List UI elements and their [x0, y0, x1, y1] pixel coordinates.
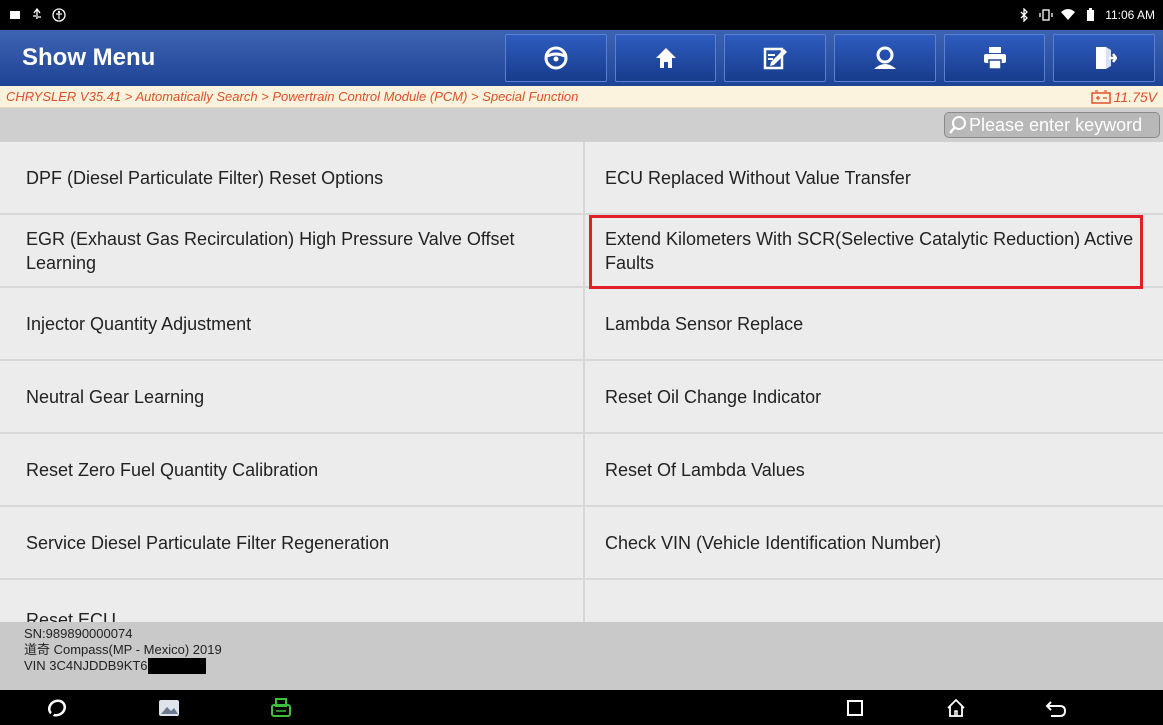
battery-icon — [1083, 8, 1097, 22]
serial-number: SN:989890000074 — [24, 626, 133, 641]
image-notification-icon — [8, 8, 22, 22]
print-button[interactable] — [943, 34, 1046, 82]
edit-note-icon — [764, 47, 788, 70]
browser-icon — [47, 699, 67, 717]
car-battery-icon — [1090, 89, 1111, 104]
back-button[interactable] — [1044, 696, 1068, 720]
menu-item-service-dpf-regeneration[interactable]: Service Diesel Particulate Filter Regene… — [0, 507, 585, 580]
menu-item-label: DPF (Diesel Particulate Filter) Reset Op… — [26, 167, 384, 188]
steering-wheel-icon — [544, 46, 568, 70]
back-icon — [1045, 701, 1067, 717]
vin-number: VIN 3C4NJDDB9KT6 — [24, 658, 148, 673]
vin-line: VIN 3C4NJDDB9KT6 — [24, 658, 1163, 674]
page-title: Show Menu — [22, 44, 156, 71]
menu-item-reset-of-lambda-values[interactable]: Reset Of Lambda Values — [585, 434, 1163, 507]
voltage-value: 11.75V — [1113, 88, 1157, 105]
support-user-button[interactable] — [834, 34, 936, 82]
menu-item-label: Reset Zero Fuel Quantity Calibration — [26, 459, 319, 480]
search-icon — [949, 116, 966, 134]
search-bar — [0, 108, 1163, 142]
home-nav-button[interactable] — [944, 696, 968, 720]
vehicle-info-footer: SN:989890000074 道奇 Compass(MP - Mexico) … — [0, 622, 1163, 690]
function-menu-grid: DPF (Diesel Particulate Filter) Reset Op… — [0, 142, 1163, 622]
menu-item-lambda-sensor-replace[interactable]: Lambda Sensor Replace — [585, 288, 1163, 361]
browser-shortcut-button[interactable] — [45, 696, 69, 720]
status-time: 11:06 AM — [1105, 8, 1155, 22]
bluetooth-icon — [1017, 8, 1031, 22]
recent-apps-icon — [847, 700, 863, 716]
wifi-icon — [1061, 8, 1076, 22]
menu-item-reset-oil-change-indicator[interactable]: Reset Oil Change Indicator — [585, 361, 1163, 434]
print-icon — [983, 47, 1006, 70]
menu-item-ecu-replaced-without-value-transfer[interactable]: ECU Replaced Without Value Transfer — [585, 142, 1163, 215]
exit-button[interactable] — [1053, 34, 1155, 82]
battery-voltage: 11.75V — [1090, 88, 1157, 105]
vci-icon — [271, 698, 291, 717]
menu-item-label: Check VIN (Vehicle Identification Number… — [605, 532, 942, 553]
status-bar: 11:06 AM — [0, 0, 1163, 30]
menu-item-empty — [585, 580, 1163, 622]
menu-item-check-vin[interactable]: Check VIN (Vehicle Identification Number… — [585, 507, 1163, 580]
breadcrumb: CHRYSLER V35.41 > Automatically Search >… — [0, 86, 1163, 108]
search-input[interactable] — [969, 114, 1159, 136]
navigation-bar — [0, 690, 1163, 725]
menu-item-label: Reset Oil Change Indicator — [605, 386, 822, 407]
gallery-shortcut-button[interactable] — [157, 696, 181, 720]
menu-item-dpf-reset-options[interactable]: DPF (Diesel Particulate Filter) Reset Op… — [0, 142, 585, 215]
home-button[interactable] — [614, 34, 717, 82]
vehicle-model: 道奇 Compass(MP - Mexico) 2019 — [24, 642, 222, 657]
edit-note-button[interactable] — [724, 34, 827, 82]
support-user-icon — [873, 46, 896, 69]
usb-icon — [30, 8, 44, 22]
menu-item-neutral-gear-learning[interactable]: Neutral Gear Learning — [0, 361, 585, 434]
menu-item-label: Injector Quantity Adjustment — [26, 313, 252, 334]
steering-wheel-button[interactable] — [505, 34, 607, 82]
menu-item-extend-kilometers-scr[interactable]: Extend Kilometers With SCR(Selective Cat… — [585, 215, 1163, 288]
exit-icon — [1096, 47, 1118, 69]
menu-item-reset-zero-fuel-quantity-calibration[interactable]: Reset Zero Fuel Quantity Calibration — [0, 434, 585, 507]
menu-item-label: Reset ECU — [26, 610, 117, 622]
menu-item-label: Neutral Gear Learning — [26, 386, 205, 407]
breadcrumb-path: CHRYSLER V35.41 > Automatically Search >… — [6, 89, 579, 104]
accessibility-icon — [52, 8, 66, 22]
app-header: Show Menu — [0, 30, 1163, 86]
menu-item-reset-ecu[interactable]: Reset ECU — [0, 580, 585, 622]
menu-item-egr-valve-offset-learning[interactable]: EGR (Exhaust Gas Recirculation) High Pre… — [0, 215, 585, 288]
search-box[interactable] — [944, 112, 1160, 138]
vin-redaction — [147, 658, 206, 674]
home-nav-icon — [947, 698, 965, 717]
menu-item-label: ECU Replaced Without Value Transfer — [605, 167, 911, 188]
menu-item-label: Lambda Sensor Replace — [605, 313, 804, 334]
recent-apps-button[interactable] — [843, 696, 867, 720]
menu-item-label: Reset Of Lambda Values — [605, 459, 805, 480]
vibrate-icon — [1039, 8, 1053, 22]
vci-shortcut-button[interactable] — [269, 696, 293, 720]
menu-item-label: Extend Kilometers With SCR(Selective Cat… — [605, 228, 1134, 273]
menu-item-label: EGR (Exhaust Gas Recirculation) High Pre… — [26, 228, 515, 273]
home-icon — [655, 48, 676, 68]
gallery-icon — [159, 700, 179, 716]
menu-item-label: Service Diesel Particulate Filter Regene… — [26, 532, 390, 553]
menu-item-injector-quantity-adjustment[interactable]: Injector Quantity Adjustment — [0, 288, 585, 361]
